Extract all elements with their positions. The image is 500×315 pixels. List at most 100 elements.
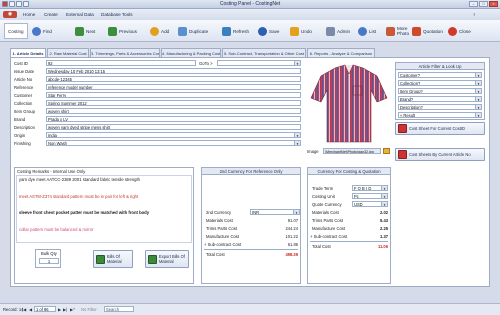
filter-customer-select[interactable]: Customer? [398,72,482,78]
undo-icon [290,26,299,36]
record-search-field[interactable]: Search [104,306,134,312]
help-icon[interactable]: ? [470,11,478,18]
close-icon [448,26,457,36]
binoculars-icon [32,26,41,36]
c2-manufacture-value: 101.22 [285,234,298,239]
save-button[interactable]: Save [258,25,279,37]
tab-raw-material-cost[interactable]: 2. Raw Material Cost [47,48,89,57]
collection-field[interactable]: Spring Summer 2012 [46,100,301,106]
cost-sheet-current-button[interactable]: Cost Sheet For Current CostID [395,122,485,135]
previous-label: Previous [119,28,137,34]
bills-of-material-button[interactable]: Bills Of Material [93,250,133,268]
report-icon [398,150,407,159]
c2-subcontract-value: 61.86 [287,242,298,247]
add-icon [150,26,159,36]
filter-collection-select[interactable]: Collection? [398,80,482,86]
q-materials-label: Materials Cost [312,210,339,215]
bulk-qty-box: Bulk Qty 1 [35,249,61,268]
q-subcontract-label: + Sub-contract Cost [310,234,348,239]
image-path-field[interactable]: \MerchantNet\Photo\gap32.jpg [323,148,381,154]
remark-line: collar pattern must be balanced & mirror [19,227,94,232]
origin-select[interactable]: India [46,132,301,138]
quotation-button[interactable]: Quotation [412,25,443,37]
finishing-select[interactable]: Non Wash [46,140,301,146]
next-record-button[interactable]: ▶ [58,307,61,312]
report-icon [398,124,407,133]
menu-home[interactable]: Home [20,11,38,18]
tab-trimmings-cost[interactable]: 3. Trimmings, Parts & Accessories Cost [90,48,160,57]
q-total-label: Total Cost [312,244,331,249]
cost-sheets-article-button[interactable]: Cost Sheets By Current Article No [395,148,485,161]
trade-term-select[interactable]: F O B I Q [352,185,388,191]
find-button[interactable]: Find [32,25,52,37]
goto-select[interactable] [217,60,301,66]
article-no-label: Article No [14,77,33,82]
article-no-field[interactable]: abcde-12345 [46,76,301,82]
admin-button[interactable]: Admin [326,25,350,37]
list-button[interactable]: List [358,25,376,37]
c2-materials-label: Materials Cost [206,218,233,223]
browse-folder-icon[interactable] [383,148,390,154]
second-currency-label: 2nd Currency [206,210,232,215]
duplicate-icon [178,26,187,36]
item-group-label: Item Group [14,109,35,114]
filter-status[interactable]: No Filter [81,307,97,312]
previous-record-button[interactable]: ◀ [29,307,32,312]
product-image[interactable] [307,62,391,146]
file-menu-button[interactable]: ◉ [3,11,17,18]
tab-strip: 1. Article Details 2. Raw Material Cost … [10,48,440,58]
close-window-button[interactable]: × [489,1,498,7]
filter-brand-select[interactable]: Brand? [398,96,482,102]
c2-total-divider [204,249,298,250]
filter-item-group-select[interactable]: Item Group? [398,88,482,94]
next-button[interactable]: Next [75,25,95,37]
export-bom-button[interactable]: Export Bills Of Material [145,250,189,268]
more-photo-button[interactable]: More Photo [386,25,413,37]
costing-unit-label: Costing Unit [312,194,335,199]
first-record-button[interactable]: |◀ [22,307,26,312]
customer-field[interactable]: Star Ferry [46,92,301,98]
last-record-button[interactable]: ▶| [63,307,67,312]
menu-external-data[interactable]: External Data [63,11,97,18]
minimize-button[interactable]: – [469,1,478,7]
duplicate-button[interactable]: Duplicate [178,25,208,37]
admin-label: Admin [337,28,351,34]
issue-date-label: Issue Date [14,69,35,74]
list-icon [358,26,367,36]
tab-manufacturing-cost[interactable]: 4. Manufacturing & Packing Cost [161,48,221,57]
reference-field[interactable]: reference model number [46,84,301,90]
description-field[interactable]: woven yarn dyed stripe mens shirt [46,124,301,130]
c2-materials-value: 91.07 [287,218,298,223]
cost-id-field[interactable]: 92 [46,60,196,66]
item-group-field[interactable]: woven shirt [46,108,301,114]
next-label: Next [86,28,96,34]
finishing-label: Finishing [14,141,31,146]
new-record-button[interactable]: ▶* [70,307,75,312]
remark-line: sleeve front chest pocket patter must be… [19,210,150,215]
undo-button[interactable]: Undo [290,25,312,37]
refresh-button[interactable]: Refresh [222,25,249,37]
filter-result-select[interactable]: » Result [398,112,482,118]
second-currency-select[interactable]: INR [250,209,300,215]
add-button[interactable]: Add [150,25,169,37]
costing-unit-select[interactable]: Pc [352,193,388,199]
tab-reports[interactable]: 6. Reports - Analyze & Comparison [307,48,375,57]
issue-date-field[interactable]: Wednesday 10 Feb 2010 13:15 [46,68,301,74]
quote-currency-select[interactable]: USD [352,201,388,207]
find-label: Find [43,28,52,34]
close-button[interactable]: Close [448,25,471,37]
record-position-field[interactable]: 1 of 86 [34,306,56,312]
brand-field[interactable]: Prada x LV [46,116,301,122]
previous-button[interactable]: Previous [108,25,137,37]
filter-description-select[interactable]: Description? [398,104,482,110]
reference-label: Reference [14,85,34,90]
window-controls: – □ × [469,1,498,7]
menu-database-tools[interactable]: Database Tools [98,11,136,18]
maximize-button[interactable]: □ [479,1,488,7]
tab-subcontract-cost[interactable]: 5. Sub-Contract, Transportation & Other … [222,48,306,57]
remarks-textarea[interactable]: yarn dye meet AATCC-2389 2001 standard f… [16,175,192,243]
bulk-qty-field[interactable]: 1 [39,258,59,264]
costing-tab[interactable]: Costing [4,23,28,39]
brand-label: Brand [14,117,26,122]
menu-create[interactable]: Create [41,11,61,18]
